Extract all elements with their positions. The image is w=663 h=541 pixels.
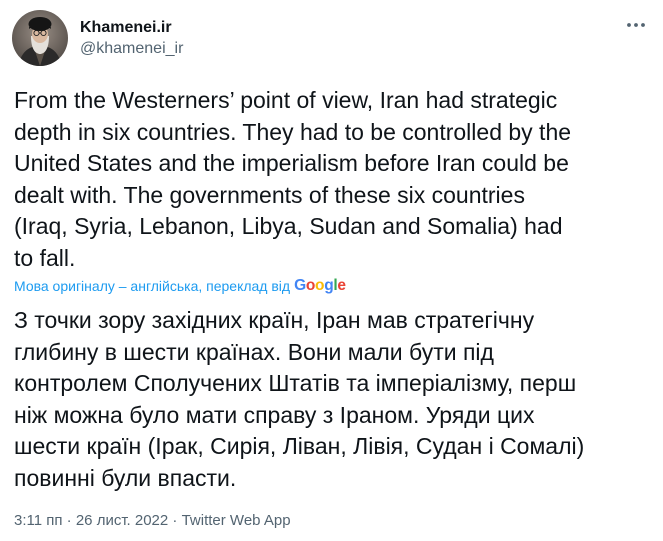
tweet-time[interactable]: 3:11 пп [14,512,63,529]
user-handle[interactable]: @khamenei_ir [80,38,183,59]
tweet-metadata: 3:11 пп · 26 лист. 2022 · Twitter Web Ap… [14,512,291,530]
google-wordmark: Google [294,277,346,294]
tweet-card: Khamenei.ir @khamenei_ir From the Wester… [0,0,663,541]
avatar[interactable] [12,10,68,66]
tweet-source[interactable]: Twitter Web App [182,512,291,529]
account-names: Khamenei.ir @khamenei_ir [80,17,183,59]
google-logo: Google [294,277,346,295]
tweet-text-original: From the Westerners’ point of view, Iran… [14,87,572,271]
tweet-header: Khamenei.ir @khamenei_ir [12,10,183,66]
tweet-text-translated: З точки зору західних країн, Іран мав ст… [14,307,585,491]
meta-separator: · [172,512,178,529]
meta-separator: · [66,512,72,529]
more-horizontal-icon [627,23,645,27]
profile-photo [12,10,68,66]
translation-label: Мова оригіналу – англійська, переклад ві… [14,278,291,294]
translation-attribution[interactable]: Мова оригіналу – англійська, переклад ві… [14,277,346,295]
more-options-button[interactable] [621,14,651,36]
tweet-date[interactable]: 26 лист. 2022 [76,512,168,529]
display-name[interactable]: Khamenei.ir [80,17,183,38]
